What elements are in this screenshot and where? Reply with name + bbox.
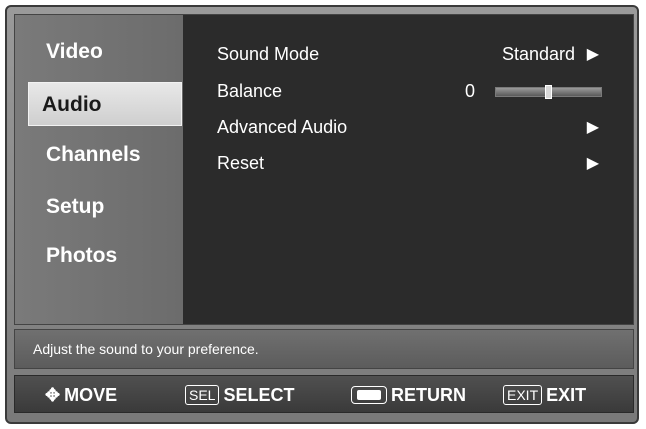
advanced-audio-row[interactable]: Advanced Audio ▶ <box>217 117 599 145</box>
help-text: Adjust the sound to your preference. <box>33 341 259 357</box>
nav-exit: EXIT EXIT <box>503 384 586 406</box>
nav-select: SEL SELECT <box>185 384 294 406</box>
balance-value: 0 <box>465 81 476 101</box>
nav-return: RETURN <box>351 384 466 406</box>
sidebar: Video Audio Channels Setup Photos <box>15 15 183 324</box>
sound-mode-row[interactable]: Sound Mode Standard ▶ <box>217 44 599 72</box>
sidebar-item-video[interactable]: Video <box>46 40 103 64</box>
exit-key-icon: EXIT <box>503 385 543 405</box>
sidebar-item-photos[interactable]: Photos <box>46 244 117 268</box>
sidebar-item-setup[interactable]: Setup <box>46 195 104 219</box>
arrow-right-icon: ▶ <box>586 119 599 136</box>
balance-label: Balance <box>217 81 283 101</box>
balance-row[interactable]: Balance 0 <box>217 81 602 109</box>
nav-move: ✥ MOVE <box>45 384 117 406</box>
sound-mode-label: Sound Mode <box>217 44 320 64</box>
reset-row[interactable]: Reset ▶ <box>217 153 599 181</box>
sidebar-item-audio[interactable]: Audio <box>28 82 182 126</box>
nav-bar: ✥ MOVE SEL SELECT RETURN EXIT EXIT <box>14 375 634 413</box>
sound-mode-value: Standard <box>501 44 575 64</box>
move-arrows-icon: ✥ <box>45 384 61 405</box>
sel-key-icon: SEL <box>185 385 220 405</box>
arrow-right-icon: ▶ <box>586 46 599 63</box>
nav-move-label: MOVE <box>64 384 118 405</box>
audio-options-panel: Sound Mode Standard ▶ Balance 0 Advanced… <box>183 15 633 324</box>
balance-slider-thumb[interactable] <box>545 85 552 99</box>
balance-slider[interactable] <box>495 85 602 99</box>
sidebar-item-channels[interactable]: Channels <box>46 143 141 167</box>
return-key-icon <box>351 386 387 404</box>
help-bar: Adjust the sound to your preference. <box>14 329 634 369</box>
arrow-right-icon: ▶ <box>586 155 599 172</box>
menu-panel: Video Audio Channels Setup Photos Sound … <box>14 14 634 325</box>
reset-label: Reset <box>217 153 265 173</box>
nav-select-label: SELECT <box>223 384 295 405</box>
nav-return-label: RETURN <box>391 384 466 405</box>
nav-exit-label: EXIT <box>546 384 587 405</box>
advanced-audio-label: Advanced Audio <box>217 117 348 137</box>
